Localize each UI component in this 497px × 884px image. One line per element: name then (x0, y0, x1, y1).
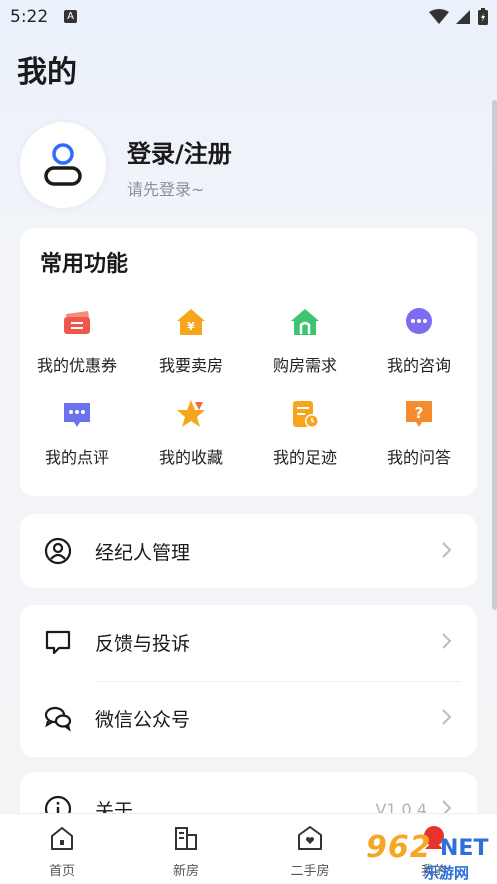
house-demand-button[interactable]: 购房需求 (248, 306, 362, 386)
tab-new-house[interactable]: 新房 (124, 814, 248, 884)
chevron-right-icon (442, 709, 452, 725)
footprint-button[interactable]: 我的足迹 (248, 398, 362, 478)
sell-house-label: 我要卖房 (158, 356, 223, 375)
tab-second-hand[interactable]: 二手房 (248, 814, 372, 884)
feedback-row[interactable]: 反馈与投诉 (20, 605, 477, 679)
sell-house-button[interactable]: ¥ 我要卖房 (134, 306, 248, 386)
footprint-doc-icon (293, 401, 319, 428)
common-functions-card: 常用功能 我的优惠券 ¥ 我要卖房 购房需求 我的咨询 我的点评 我的收藏 我的… (20, 228, 477, 496)
watermark-net: NET (440, 836, 489, 861)
house-demand-label: 购房需求 (272, 356, 337, 375)
second-hand-house-icon (298, 826, 322, 850)
feedback-card: 反馈与投诉 微信公众号 (20, 605, 477, 757)
wifi-icon (429, 9, 449, 24)
home-icon (51, 827, 73, 850)
chevron-right-icon (442, 542, 452, 558)
tab-second-hand-label: 二手房 (290, 864, 330, 879)
scrollbar[interactable] (492, 100, 497, 610)
footprint-label: 我的足迹 (272, 448, 337, 467)
section-title: 常用功能 (40, 252, 129, 277)
login-register-link[interactable]: 登录/注册 (127, 134, 232, 169)
consult-chat-icon (406, 308, 432, 334)
coupon-label: 我的优惠券 (36, 356, 117, 375)
agent-management-row[interactable]: 经纪人管理 (20, 514, 477, 588)
qa-button[interactable]: ? 我的问答 (362, 398, 476, 478)
favorite-label: 我的收藏 (158, 448, 223, 467)
coupon-button[interactable]: 我的优惠券 (20, 306, 134, 386)
page-title: 我的 (17, 55, 77, 90)
wechat-row[interactable]: 微信公众号 (20, 681, 477, 755)
qa-label: 我的问答 (386, 448, 451, 467)
feedback-message-icon (45, 630, 71, 655)
status-icons (429, 8, 489, 26)
notification-a-icon: A (64, 10, 77, 23)
chevron-right-icon (442, 633, 452, 649)
sell-house-icon: ¥ (177, 309, 205, 335)
agent-management-label: 经纪人管理 (95, 542, 191, 564)
watermark-subtitle: 乐游网 (424, 864, 470, 882)
house-demand-icon (291, 309, 319, 335)
review-button[interactable]: 我的点评 (20, 398, 134, 478)
favorite-button[interactable]: 我的收藏 (134, 398, 248, 478)
feedback-label: 反馈与投诉 (95, 633, 191, 655)
coupon-icon (64, 311, 90, 334)
agent-person-icon (44, 537, 72, 565)
qa-question-icon: ? (406, 401, 432, 427)
agent-card: 经纪人管理 (20, 514, 477, 588)
tab-home[interactable]: 首页 (0, 814, 124, 884)
status-time: 5:22 (10, 7, 49, 27)
profile-header[interactable]: 登录/注册 请先登录~ (20, 122, 480, 212)
building-icon (175, 827, 197, 850)
avatar[interactable] (20, 122, 106, 208)
login-hint: 请先登录~ (127, 180, 205, 199)
watermark-number: 962 (366, 830, 432, 865)
favorite-star-icon (177, 400, 205, 427)
svg-text:?: ? (415, 404, 424, 422)
consult-label: 我的咨询 (386, 356, 451, 375)
consult-button[interactable]: 我的咨询 (362, 306, 476, 386)
battery-icon (478, 8, 488, 25)
watermark-logo: 962 NET 乐游网 (358, 828, 494, 882)
tab-home-label: 首页 (48, 864, 75, 879)
tab-new-house-label: 新房 (172, 864, 199, 879)
review-chat-icon (64, 403, 90, 427)
wechat-label: 微信公众号 (95, 709, 191, 731)
signal-icon (456, 10, 470, 24)
user-avatar-icon (44, 143, 82, 186)
wechat-icon (44, 706, 72, 732)
status-bar: 5:22 A (0, 0, 497, 34)
svg-text:¥: ¥ (187, 320, 195, 333)
review-label: 我的点评 (44, 448, 109, 467)
